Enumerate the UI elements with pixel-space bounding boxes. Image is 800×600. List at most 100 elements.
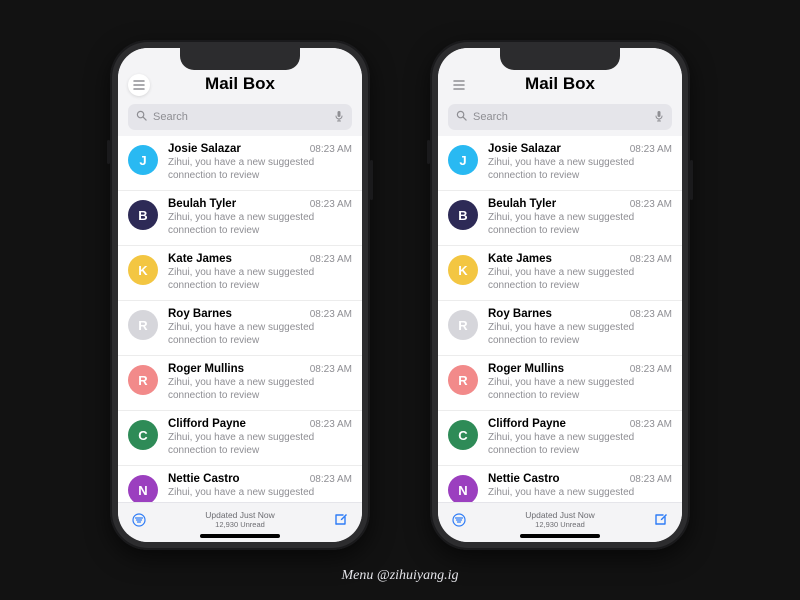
avatar: C: [448, 420, 478, 450]
home-indicator: [520, 534, 600, 538]
message-time: 08:23 AM: [310, 199, 352, 210]
page-title: Mail Box: [448, 74, 672, 94]
avatar: J: [128, 145, 158, 175]
message-row[interactable]: C Clifford Payne08:23 AMZihui, you have a…: [438, 411, 682, 466]
sender-name: Roger Mullins: [168, 363, 244, 375]
home-indicator: [200, 534, 280, 538]
message-snippet: Zihui, you have a new suggested connecti…: [488, 377, 672, 402]
message-row[interactable]: RRoy Barnes08:23 AMZihui, you have a new…: [118, 301, 362, 356]
footer-status: Updated Just Now12,930 Unread: [525, 510, 594, 529]
message-row[interactable]: R Roger Mullins 08:23 AM Zihui, you have a …: [438, 356, 682, 411]
mic-icon[interactable]: [654, 110, 664, 125]
sender-name: Beulah Tyler: [168, 198, 236, 210]
message-snippet: Zihui, you have a new suggested connecti…: [168, 322, 352, 347]
filter-button[interactable]: [450, 511, 468, 529]
compose-button[interactable]: [652, 511, 670, 529]
screen: Mail Box Search J Josie Salazar 08:23 AM Zihu…: [118, 48, 362, 542]
message-list[interactable]: J Josie Salazar 08:23 AM Zihui, you have a …: [438, 136, 682, 502]
avatar: J: [448, 145, 478, 175]
message-text: Clifford Payne08:23 AMZihui, you have a …: [488, 418, 672, 457]
search-icon: [136, 110, 147, 124]
sender-name: Roy Barnes: [488, 308, 552, 320]
message-row[interactable]: RRoy Barnes08:23 AMZihui, you have a new…: [438, 301, 682, 356]
message-snippet: Zihui, you have a new suggested connecti…: [488, 212, 672, 237]
sender-name: Kate James: [488, 253, 552, 265]
sender-name: Beulah Tyler: [488, 198, 556, 210]
notch: [500, 48, 620, 70]
message-text: Roger Mullins 08:23 AM Zihui, you have a n…: [488, 363, 672, 402]
footer-unread: 12,930 Unread: [525, 520, 594, 529]
search-icon: [456, 110, 467, 124]
message-time: 08:23 AM: [630, 364, 672, 375]
phone-right: Mail Box Search J Josie Salazar 08:23 AM Zihu…: [430, 40, 690, 550]
message-time: 08:23 AM: [310, 254, 352, 265]
message-snippet: Zihui, you have a new suggested connecti…: [168, 157, 352, 182]
message-row[interactable]: RRoger Mullins08:23 AMZihui, you have a …: [118, 356, 362, 411]
screen: Mail Box Search J Josie Salazar 08:23 AM Zihu…: [438, 48, 682, 542]
message-time: 08:23 AM: [630, 309, 672, 320]
message-snippet: Zihui, you have a new suggested connecti…: [488, 322, 672, 347]
avatar: R: [448, 365, 478, 395]
message-time: 08:23 AM: [310, 364, 352, 375]
message-text: Nettie Castro 08:23 AM Zihui, you have a n…: [488, 473, 672, 500]
avatar: N: [448, 475, 478, 502]
message-row[interactable]: J Josie Salazar 08:23 AM Zihui, you have a …: [118, 136, 362, 191]
message-row[interactable]: JJosie Salazar08:23 AMZihui, you have a …: [438, 136, 682, 191]
message-text: Nettie Castro08:23 AMZihui, you have a n…: [168, 473, 352, 500]
message-row[interactable]: N Nettie Castro08:23 AMZihui, you have a …: [118, 466, 362, 502]
search-input[interactable]: Search: [448, 104, 672, 130]
message-time: 08:23 AM: [310, 474, 352, 485]
message-snippet: Zihui, you have a new suggested connecti…: [168, 212, 352, 237]
page-title: Mail Box: [128, 74, 352, 94]
message-row[interactable]: B Beulah Tyler 08:23 AM Zihui, you have a n…: [118, 191, 362, 246]
sender-name: Nettie Castro: [488, 473, 560, 485]
message-time: 08:23 AM: [310, 144, 352, 155]
avatar: K: [128, 255, 158, 285]
message-text: Roy Barnes 08:23 AM Zihui, you have a new …: [488, 308, 672, 347]
sender-name: Josie Salazar: [168, 143, 241, 155]
message-time: 08:23 AM: [310, 309, 352, 320]
avatar: K: [448, 255, 478, 285]
message-text: Roy Barnes08:23 AMZihui, you have a new …: [168, 308, 352, 347]
message-snippet: Zihui, you have a new suggested: [488, 487, 672, 500]
footer-updated: Updated Just Now: [205, 510, 274, 520]
message-time: 08:23 AM: [630, 144, 672, 155]
footer-unread: 12,930 Unread: [205, 520, 274, 529]
message-text: Beulah Tyler 08:23 AM Zihui, you have a ne…: [488, 198, 672, 237]
mic-icon[interactable]: [334, 110, 344, 125]
search-input[interactable]: Search: [128, 104, 352, 130]
message-text: Josie Salazar 08:23 AM Zihui, you have a n…: [168, 143, 352, 182]
message-snippet: Zihui, you have a new suggested connecti…: [488, 432, 672, 457]
sender-name: Josie Salazar: [488, 143, 561, 155]
sender-name: Clifford Payne: [168, 418, 246, 430]
sender-name: Roger Mullins: [488, 363, 564, 375]
message-row[interactable]: C Clifford Payne08:23 AMZihui, you have a…: [118, 411, 362, 466]
filter-button[interactable]: [130, 511, 148, 529]
caption: Menu @zihuiyang.ig: [0, 568, 800, 584]
avatar: N: [128, 475, 158, 502]
hamburger-icon: [133, 80, 145, 90]
message-time: 08:23 AM: [630, 474, 672, 485]
search-placeholder: Search: [473, 111, 648, 123]
footer-updated: Updated Just Now: [525, 510, 594, 520]
message-row[interactable]: KKate James08:23 AMZihui, you have a new…: [438, 246, 682, 301]
menu-button[interactable]: [448, 74, 470, 96]
message-time: 08:23 AM: [630, 254, 672, 265]
notch: [180, 48, 300, 70]
message-text: Beulah Tyler 08:23 AM Zihui, you have a ne…: [168, 198, 352, 237]
message-row[interactable]: K Kate James08:23 AMZihui, you have a new…: [118, 246, 362, 301]
message-text: Roger Mullins08:23 AMZihui, you have a n…: [168, 363, 352, 402]
message-text: Clifford Payne08:23 AMZihui, you have a …: [168, 418, 352, 457]
message-text: Kate James08:23 AMZihui, you have a new …: [168, 253, 352, 292]
avatar: B: [128, 200, 158, 230]
compose-button[interactable]: [332, 511, 350, 529]
stage: Mail Box Search J Josie Salazar 08:23 AM Zihu…: [0, 0, 800, 600]
menu-button[interactable]: [128, 74, 150, 96]
message-time: 08:23 AM: [630, 199, 672, 210]
message-list[interactable]: J Josie Salazar 08:23 AM Zihui, you have a …: [118, 136, 362, 502]
message-row[interactable]: N Nettie Castro 08:23 AM Zihui, you have a …: [438, 466, 682, 502]
avatar: C: [128, 420, 158, 450]
message-snippet: Zihui, you have a new suggested: [168, 487, 352, 500]
message-text: Josie Salazar08:23 AMZihui, you have a n…: [488, 143, 672, 182]
message-row[interactable]: BBeulah Tyler08:23 AMZihui, you have a n…: [438, 191, 682, 246]
